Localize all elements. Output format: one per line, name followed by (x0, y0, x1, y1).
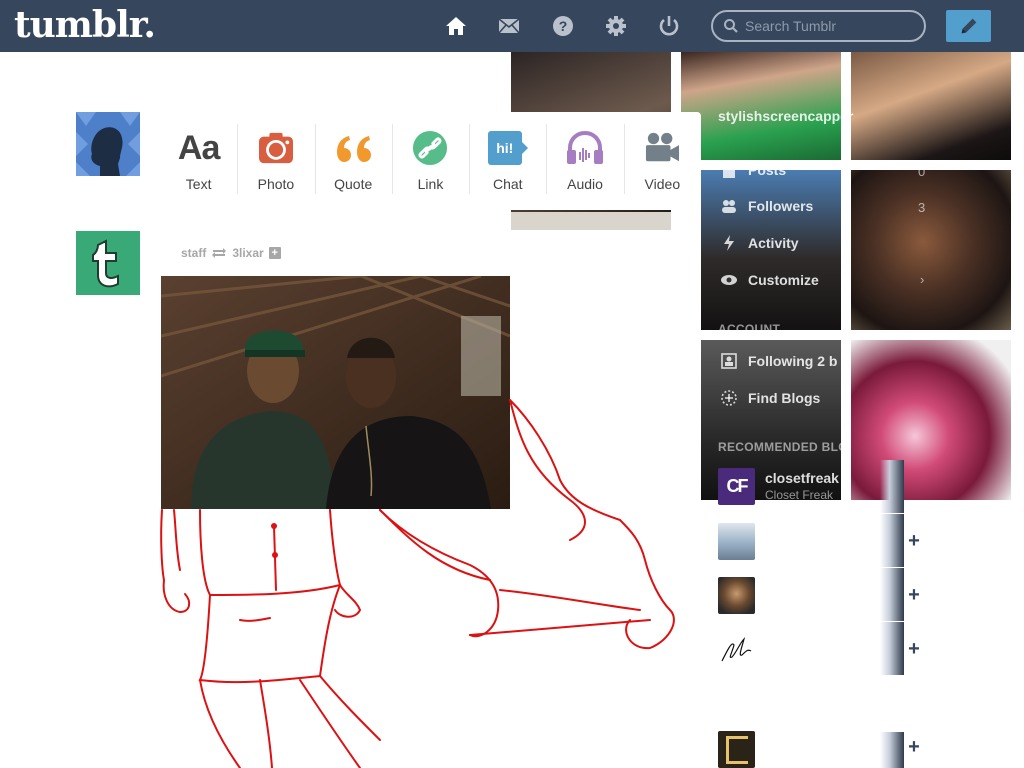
sidebar-item-following[interactable]: Following 2 b (748, 353, 837, 369)
search-icon (724, 19, 738, 33)
chat-icon: hi! (486, 128, 530, 168)
headphones-icon (563, 128, 607, 168)
follow-button[interactable] (880, 622, 904, 675)
post-type-video[interactable]: Video (623, 112, 701, 210)
post-type-selector: Aa Text Photo Quote Link hi! Chat Audio … (160, 112, 701, 210)
reblog-icon (212, 248, 227, 258)
sidebar: stylishscreencapper Posts 0 Followers 3 … (700, 52, 1024, 768)
sidebar-item-find-blogs[interactable]: Find Blogs (748, 390, 820, 406)
follow-plus-icon[interactable]: + (268, 247, 281, 259)
text-icon: Aa (177, 128, 220, 167)
post-type-chat[interactable]: hi! Chat (469, 112, 546, 210)
follow-plus-icon[interactable]: + (906, 530, 922, 553)
posts-count: 0 (918, 164, 926, 179)
avatar-glyph (725, 735, 748, 764)
top-navigation-bar: tumblr. ? (0, 0, 1024, 52)
video-camera-icon (640, 128, 684, 168)
sidebar-blog-name[interactable]: stylishscreencapper (718, 108, 853, 124)
account-heading: ACCOUNT (718, 322, 781, 336)
followers-icon (722, 200, 736, 213)
post-type-quote[interactable]: Quote (314, 112, 392, 210)
home-icon[interactable] (443, 13, 469, 39)
link-icon (408, 128, 452, 168)
post-type-label: Photo (257, 176, 295, 192)
posts-icon (723, 166, 735, 178)
recommended-blog-avatar[interactable] (718, 631, 755, 668)
recommended-blog-avatar[interactable] (718, 731, 755, 768)
sidebar-item-activity[interactable]: Activity (748, 235, 799, 251)
post-author-name[interactable]: staff (181, 246, 206, 260)
find-blogs-icon (721, 390, 737, 406)
signature-icon (721, 637, 752, 662)
post-type-label: Text (185, 176, 212, 192)
followers-count: 3 (918, 200, 926, 215)
recommended-blog-avatar[interactable] (718, 577, 755, 614)
sidebar-item-customize[interactable]: Customize (748, 272, 819, 288)
post-type-label: Quote (334, 176, 373, 192)
eye-icon (721, 275, 737, 285)
recommended-blog-avatar[interactable]: CF (718, 468, 755, 505)
pencil-icon (961, 18, 976, 34)
post-type-label: Link (417, 176, 444, 192)
post-type-link[interactable]: Link (391, 112, 469, 210)
follow-button[interactable] (880, 732, 904, 768)
recommended-blog-name[interactable]: closetfreak (765, 470, 839, 486)
mail-icon[interactable] (496, 13, 522, 39)
post-photo-image (161, 276, 510, 509)
post-photo[interactable] (161, 276, 510, 509)
post-type-label: Video (644, 176, 681, 192)
sidebar-item-posts[interactable]: Posts (748, 162, 786, 178)
user-avatar[interactable] (76, 112, 140, 176)
follow-plus-icon[interactable]: + (906, 736, 922, 759)
chevron-right-icon: › (920, 272, 925, 287)
power-icon[interactable] (656, 13, 682, 39)
recommended-blog-avatar-text: CF (726, 476, 749, 496)
follow-plus-icon[interactable]: + (906, 638, 922, 661)
compose-button[interactable] (946, 10, 991, 42)
recommended-blog-avatar[interactable] (718, 523, 755, 560)
help-icon[interactable]: ? (550, 13, 576, 39)
dashboard-page: { "header": { "logo": "tumblr.", "search… (0, 0, 1024, 768)
search-input[interactable] (745, 18, 915, 34)
following-icon (721, 353, 737, 369)
svg-text:?: ? (559, 18, 568, 34)
post-type-text[interactable]: Aa Text (160, 112, 237, 210)
post-type-photo[interactable]: Photo (237, 112, 314, 210)
follow-button[interactable] (880, 568, 904, 621)
quote-icon (331, 128, 375, 168)
camera-icon (254, 128, 298, 168)
follow-plus-icon[interactable]: + (906, 584, 922, 607)
follow-button[interactable] (880, 460, 904, 513)
post-header: staff 3lixar + (181, 246, 281, 260)
settings-icon[interactable] (603, 13, 629, 39)
post-type-label: Audio (567, 176, 603, 192)
reblogged-from-name[interactable]: 3lixar (232, 246, 263, 260)
post-author-avatar[interactable] (76, 231, 140, 295)
tumblr-logo[interactable]: tumblr. (14, 4, 156, 46)
search-box[interactable] (711, 10, 926, 42)
follow-button[interactable] (880, 514, 904, 567)
chat-badge-text: hi! (496, 140, 514, 156)
sidebar-item-followers[interactable]: Followers (748, 198, 813, 214)
recommended-heading: RECOMMENDED BLO (718, 440, 848, 454)
activity-icon (724, 235, 734, 251)
recommended-blog-subtitle: Closet Freak (765, 488, 834, 502)
post-type-label: Chat (492, 176, 523, 192)
default-avatar-silhouette-icon (76, 112, 140, 176)
post-type-audio[interactable]: Audio (546, 112, 623, 210)
tumblr-t-icon (76, 231, 140, 295)
